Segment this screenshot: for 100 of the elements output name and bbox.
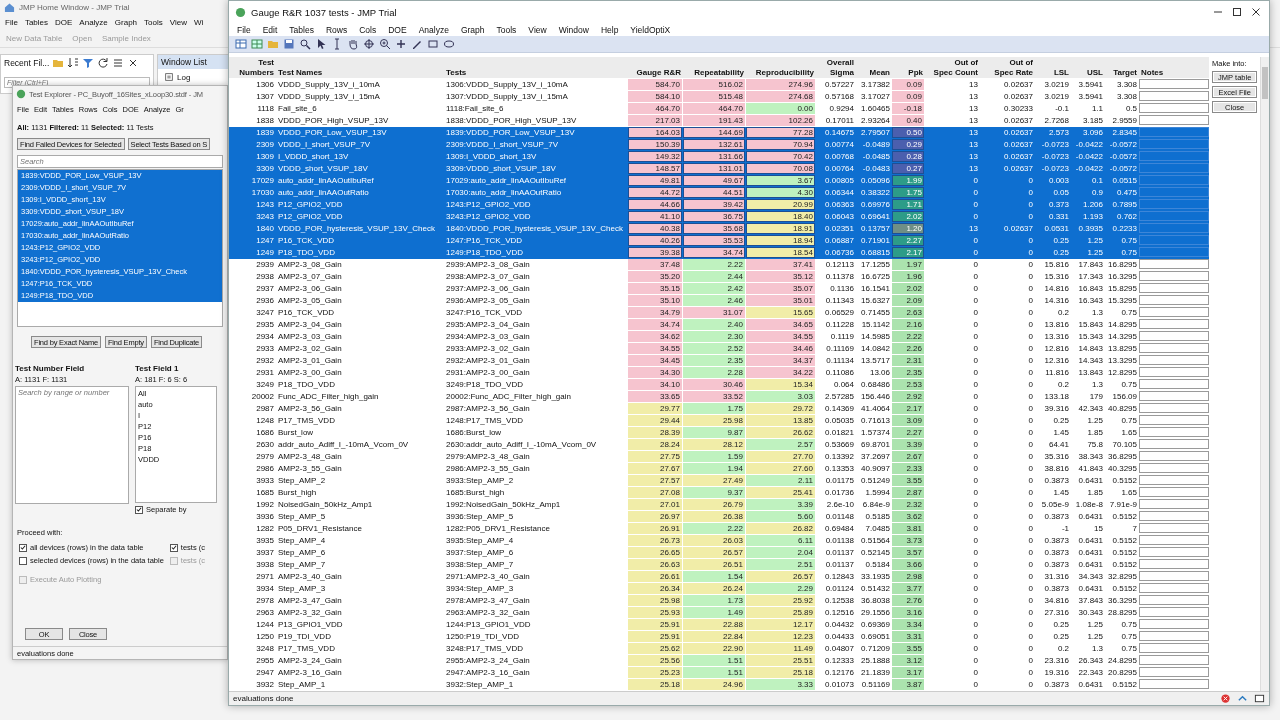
table-row[interactable]: 2987 AMP2-3_56_Gain 2987:AMP2-3_56_Gain 29.77 1.75 29.72 0.14369 41.4064 2.17 0 0 39.316 42.343 40.8295 [229,403,1209,415]
notes-field[interactable] [1139,319,1209,329]
notes-field[interactable] [1139,679,1209,689]
table-row[interactable]: 1282 P05_DRV1_Resistance 1282:P05_DRV1_Resistance 26.91 2.22 26.82 0.69484 7.0485 3.81 0 0 -1 15 7 [229,523,1209,535]
menu-item[interactable]: Wi [193,18,204,27]
window-icon[interactable] [1254,693,1265,704]
menu-item[interactable]: File [237,24,251,35]
notes-field[interactable] [1139,403,1209,413]
table-row[interactable]: 3932 Step_AMP_1 3932:Step_AMP_1 25.18 24.96 3.33 0.01073 0.51169 3.87 0 0 0.3873 0.6431 0.5152 [229,679,1209,691]
notes-field[interactable] [1139,355,1209,365]
table-row[interactable]: 1840 VDDD_POR_hysteresis_VSUP_13V_Check 1840:VDDD_POR_hysteresis_VSUP_13V_Check 40.38 35.68 18.91 0.02351 0.13757 1.20 13 0.02637 0.0531 0.3935 0.2233 [229,223,1209,235]
table-row[interactable]: 1307 VDDD_Supply_13V_i_15mA 1307:VDDD_Supply_13V_i_15mA 584.10 515.48 274.68 0.57168 3.17027 0.09 13 0.02637 3.0219 3.5941 3.308 [229,91,1209,103]
save-icon[interactable] [283,38,295,50]
menu-item[interactable]: Rows [325,24,348,35]
table-row[interactable]: 1248 P17_TMS_VDD 1248:P17_TMS_VDD 29.44 25.98 13.85 0.05035 0.71613 3.09 0 0 0.25 1.25 0.75 [229,415,1209,427]
notes-field[interactable] [1139,331,1209,341]
notes-field[interactable] [1139,451,1209,461]
notes-field[interactable] [1139,151,1209,161]
menu-item[interactable]: Tables [24,18,48,27]
table-row[interactable]: 2938 AMP2-3_07_Gain 2938:AMP2-3_07_Gain 35.20 2.44 35.12 0.11378 16.6725 1.96 0 0 15.316 17.343 16.3295 [229,271,1209,283]
table-row[interactable]: 1306 VDDD_Supply_13V_i_10mA 1306:VDDD_Supply_13V_i_10mA 584.70 516.02 274.96 0.57227 3.17382 0.09 13 0.02637 3.0219 3.5941 3.308 [229,79,1209,91]
notes-field[interactable] [1139,343,1209,353]
maximize-icon[interactable] [1230,6,1244,18]
table-row[interactable]: 1686 Burst_low 1686:Burst_low 28.39 9.87 26.62 0.01821 1.57374 2.27 0 0 1.45 1.85 1.65 [229,427,1209,439]
table-row[interactable]: 3247 P16_TCK_VDD 3247:P16_TCK_VDD 34.79 31.07 15.65 0.06529 0.71455 2.63 0 0 0.2 1.3 0.75 [229,307,1209,319]
menu-item[interactable]: File [5,18,18,27]
notes-field[interactable] [1139,631,1209,641]
notes-field[interactable] [1139,475,1209,485]
notes-field[interactable] [1139,415,1209,425]
notes-field[interactable] [1139,583,1209,593]
notes-field[interactable] [1139,247,1209,257]
panel-tab[interactable]: Window List [158,55,228,69]
table-row[interactable]: 2937 AMP2-3_06_Gain 2937:AMP2-3_06_Gain 35.15 2.42 35.07 0.1136 16.1541 2.02 0 0 14.816 16.843 15.8295 [229,283,1209,295]
table-row[interactable]: 17029 auto_addr_linAAOutIbuRef 17029:auto_addr_linAAOutIbuRef 49.81 49.67 3.67 0.00805 0.05096 1.99 0 0 0.003 0.1 0.0515 [229,175,1209,187]
notes-field[interactable] [1139,607,1209,617]
notes-field[interactable] [1139,199,1209,209]
table-row[interactable]: 1247 P16_TCK_VDD 1247:P16_TCK_VDD 40.26 35.53 18.94 0.06887 0.71901 2.27 0 0 0.25 1.25 0.75 [229,235,1209,247]
table-row[interactable]: 2932 AMP2-3_01_Gain 2932:AMP2-3_01_Gain 34.45 2.35 34.37 0.11134 13.5717 2.31 0 0 12.316 14.343 13.3295 [229,355,1209,367]
menu-item[interactable]: YieldOptiX [630,24,671,35]
column-header[interactable]: Out of Spec Count [925,57,980,78]
notes-field[interactable] [1139,535,1209,545]
column-header[interactable]: Target [1105,57,1139,78]
column-header[interactable]: Repeatability [683,57,746,78]
folder-icon[interactable] [267,38,279,50]
notes-field[interactable] [1139,307,1209,317]
zoom-icon[interactable] [379,38,391,50]
menu-item[interactable]: Tables [289,24,314,35]
notes-field[interactable] [1139,211,1209,221]
table-row[interactable]: 3248 P17_TMS_VDD 3248:P17_TMS_VDD 25.62 22.90 11.49 0.04807 0.71209 3.55 0 0 0.2 1.3 0.75 [229,643,1209,655]
column-header[interactable]: Test Numbers [229,57,276,78]
table-row[interactable]: 2630 addr_auto_Adiff_I_-10mA_Vcom_0V 2630:addr_auto_Adiff_I_-10mA_Vcom_0V 28.24 28.12 2.57 0.53669 69.8701 3.39 0 0 64.41 75.8 70.105 [229,439,1209,451]
menu-item[interactable]: Help [600,24,619,35]
table-row[interactable]: 2933 AMP2-3_02_Gain 2933:AMP2-3_02_Gain 34.55 2.52 34.46 0.11169 14.0842 2.26 0 0 12.816 14.843 13.8295 [229,343,1209,355]
table-row[interactable]: 2963 AMP2-3_32_Gain 2963:AMP2-3_32_Gain 25.93 1.49 25.89 0.12516 29.1556 3.16 0 0 27.316 30.343 28.8295 [229,607,1209,619]
checkbox[interactable] [169,543,178,552]
table-row[interactable]: 3933 Step_AMP_2 3933:Step_AMP_2 27.57 27.49 2.11 0.01175 0.51249 3.55 0 0 0.3873 0.6431 0.5152 [229,475,1209,487]
notes-field[interactable] [1139,655,1209,665]
menu-item[interactable]: DOE [55,18,73,27]
notes-field[interactable] [1139,175,1209,185]
house-icon[interactable] [4,2,15,13]
filter-icon[interactable] [82,57,95,69]
checkbox[interactable] [135,505,143,514]
table-row[interactable]: 1244 P13_GPIO1_VDD 1244:P13_GPIO1_VDD 25.91 22.88 12.17 0.04432 0.69369 3.34 0 0 0.25 1.25 0.75 [229,619,1209,631]
table-row[interactable]: 2986 AMP2-3_55_Gain 2986:AMP2-3_55_Gain 27.67 1.94 27.60 0.13353 40.9097 2.33 0 0 38.816 41.843 40.3295 [229,463,1209,475]
sort-icon[interactable] [67,57,80,69]
notes-field[interactable] [1139,439,1209,449]
notes-field[interactable] [1139,103,1209,113]
table-row[interactable]: 1685 Burst_high 1685:Burst_high 27.08 9.37 25.41 0.01736 1.5994 2.87 0 0 1.45 1.85 1.65 [229,487,1209,499]
table-row[interactable]: 1250 P19_TDI_VDD 1250:P19_TDI_VDD 25.91 22.84 12.23 0.04433 0.69051 3.31 0 0 0.25 1.25 0.75 [229,631,1209,643]
table-row[interactable]: 2939 AMP2-3_08_Gain 2939:AMP2-3_08_Gain 37.48 2.22 37.41 0.12113 17.1255 1.97 0 0 15.816 17.843 16.8295 [229,259,1209,271]
menu-item[interactable]: Analyze [79,18,108,27]
notes-field[interactable] [1139,391,1209,401]
table-row[interactable]: 3249 P18_TDO_VDD 3249:P18_TDO_VDD 34.10 30.46 15.34 0.064 0.68486 2.53 0 0 0.2 1.3 0.75 [229,379,1209,391]
table-row[interactable]: 2971 AMP2-3_40_Gain 2971:AMP2-3_40_Gain 26.61 1.54 26.57 0.12843 33.1935 2.98 0 0 31.316 34.343 32.8295 [229,571,1209,583]
app-icon[interactable] [235,6,246,18]
table-row[interactable]: 3936 Step_AMP_5 3936:Step_AMP_5 26.97 26.38 5.60 0.01148 0.5185 3.62 0 0 0.3873 0.6431 0.5152 [229,511,1209,523]
notes-field[interactable] [1139,223,1209,233]
table-row[interactable]: 1118 Fail_site_6 1118:Fail_site_6 464.70 464.70 0.00 0.9294 1.60465 -0.18 13 0.30233 -0.1 1.1 0.5 [229,103,1209,115]
menu-item[interactable]: View [528,24,547,35]
table-row[interactable]: 1992 NoisedGain_50kHz_Amp1 1992:NoisedGain_50kHz_Amp1 27.01 26.79 3.39 2.6e-10 6.84e-9 2.32 0 0 5.05e-9 1.08e-8 7.91e-9 [229,499,1209,511]
column-header[interactable]: Overall Sigma [816,57,856,78]
menu-item[interactable]: Graph [114,18,138,27]
menu-item[interactable]: Analyze [418,24,449,35]
crosshair-icon[interactable] [363,38,375,50]
menu-item[interactable]: DOE [388,24,407,35]
column-header[interactable]: Mean [856,57,892,78]
column-header[interactable]: Gauge R&R [628,57,683,78]
list-item[interactable]: Log [177,72,191,82]
notes-field[interactable] [1139,79,1209,89]
table-row[interactable]: 2936 AMP2-3_05_Gain 2936:AMP2-3_05_Gain 35.10 2.46 35.01 0.11343 15.6327 2.09 0 0 14.316 16.343 15.3295 [229,295,1209,307]
table-icon[interactable] [235,38,247,50]
rectangle-icon[interactable] [427,38,439,50]
table-row[interactable]: 2309 VDDD_I_short_VSUP_7V 2309:VDDD_I_short_VSUP_7V 150.39 132.61 70.94 0.00774 -0.0489 0.29 13 0.02637 -0.0723 -0.0422 -0.0572 [229,139,1209,151]
notes-field[interactable] [1139,295,1209,305]
table-row[interactable]: 3935 Step_AMP_4 3935:Step_AMP_4 26.73 26.03 6.11 0.01138 0.51564 3.73 0 0 0.3873 0.6431 0.5152 [229,535,1209,547]
menu-item[interactable]: Window [558,24,589,35]
notes-field[interactable] [1139,259,1209,269]
table-row[interactable]: 3934 Step_AMP_3 3934:Step_AMP_3 26.34 26.24 2.29 0.01124 0.51432 3.77 0 0 0.3873 0.6431 0.5152 [229,583,1209,595]
column-header[interactable]: Reproducibility [746,57,816,78]
table-row[interactable]: 3309 VDDD_short_VSUP_18V 3309:VDDD_short_VSUP_18V 148.57 131.01 70.08 0.00764 -0.0483 0.27 13 0.02637 -0.0723 -0.0422 -0.0572 [229,163,1209,175]
